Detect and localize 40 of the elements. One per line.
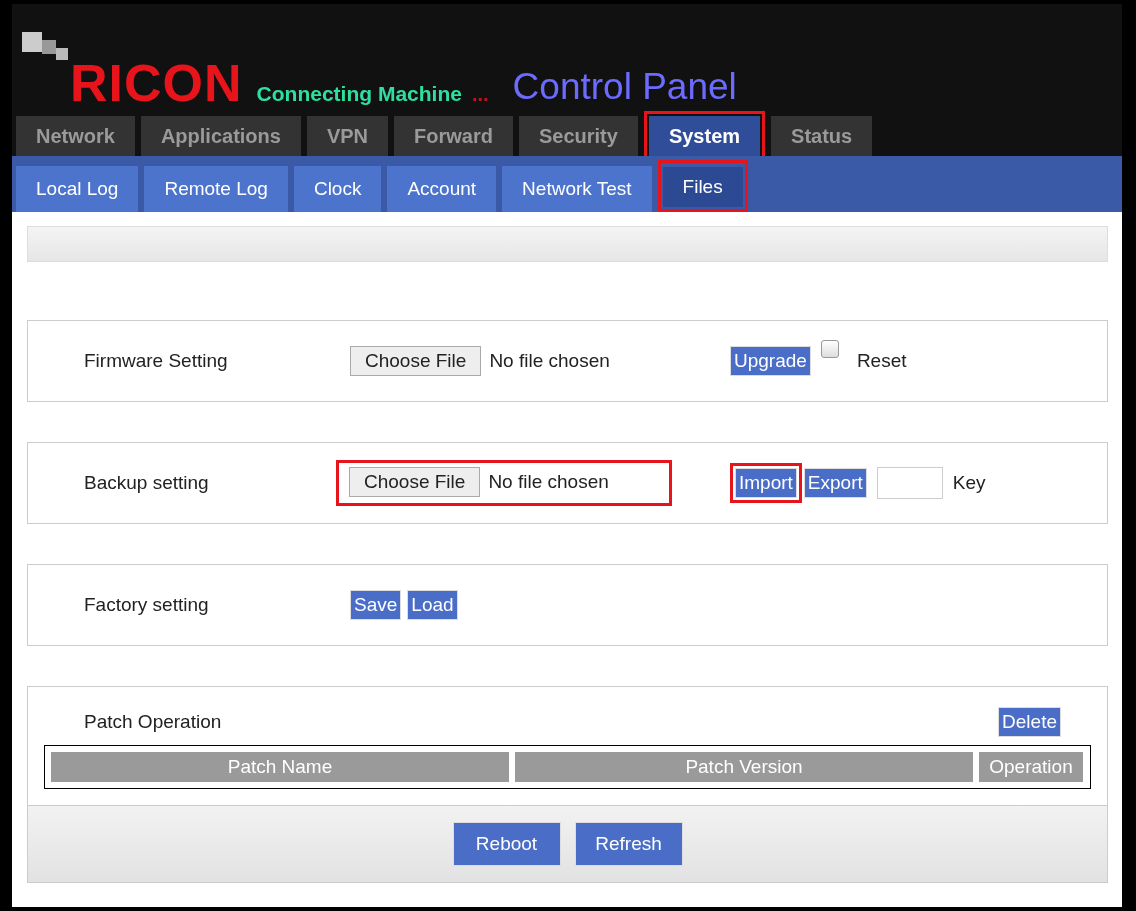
tagline: Connecting Machine (256, 82, 462, 106)
nav-tab[interactable]: Forward (394, 116, 513, 156)
sub-tab[interactable]: Files (662, 167, 743, 207)
action-button[interactable]: Import (735, 468, 797, 498)
setting-label: Firmware Setting (83, 350, 229, 372)
file-status: No file chosen (488, 471, 609, 493)
action-button[interactable]: Load (407, 590, 458, 620)
key-field[interactable] (876, 467, 943, 499)
action-button[interactable]: Delete (998, 707, 1061, 737)
sub-tab[interactable]: Network Test (502, 166, 652, 212)
column-header: Operation (979, 752, 1083, 782)
setting-label: Backup setting (83, 472, 210, 494)
column-header: Patch Name (51, 752, 509, 782)
action-button[interactable]: Upgrade (730, 346, 811, 376)
nav-tab[interactable]: Security (518, 116, 638, 156)
checkbox[interactable] (820, 340, 839, 358)
sub-tab[interactable]: Remote Log (144, 166, 288, 212)
nav-tab[interactable]: Network (16, 116, 135, 156)
nav-tab[interactable]: Status (771, 116, 873, 156)
choose-file-button[interactable]: Choose File (349, 467, 481, 497)
column-header: Patch Version (515, 752, 973, 782)
setting-label: Patch Operation (84, 711, 222, 733)
checkbox-label: Reset (856, 350, 907, 372)
footer-button[interactable]: Refresh (574, 822, 683, 866)
sub-tab[interactable]: Clock (293, 166, 382, 212)
nav-tab[interactable]: System (648, 116, 761, 156)
nav-tab[interactable]: VPN (306, 116, 389, 156)
action-button[interactable]: Save (350, 590, 402, 620)
brand-logo: RICON (70, 60, 243, 106)
ellipsis: ... (471, 83, 489, 106)
footer-button[interactable]: Reboot (452, 822, 561, 866)
action-button[interactable]: Export (803, 468, 867, 498)
sub-tab[interactable]: Account (387, 166, 497, 212)
sub-tab[interactable]: Local Log (16, 166, 139, 212)
setting-label: Factory setting (83, 594, 210, 616)
panel-title: Control Panel (512, 68, 737, 106)
choose-file-button[interactable]: Choose File (350, 346, 482, 376)
nav-tab[interactable]: Applications (140, 116, 301, 156)
field-label: Key (952, 472, 986, 494)
file-status: No file chosen (489, 350, 610, 372)
